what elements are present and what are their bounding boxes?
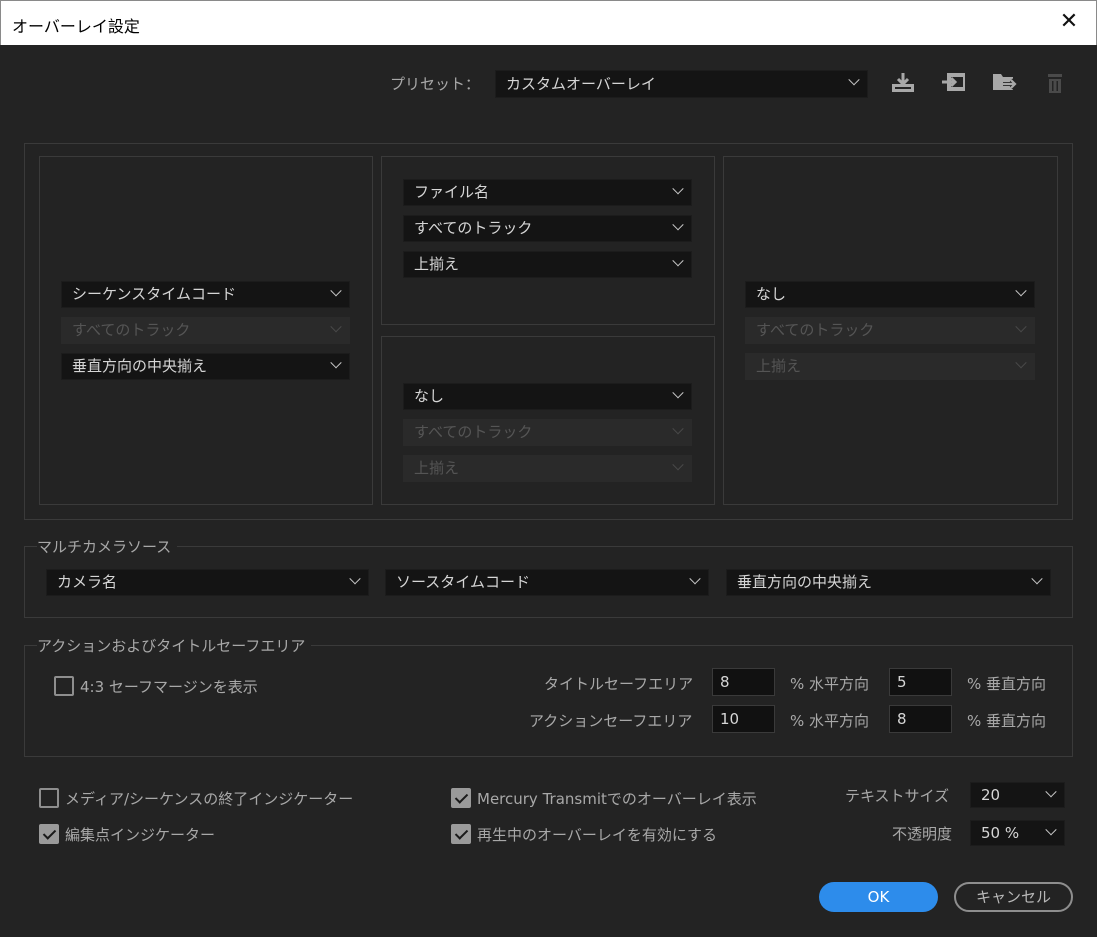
title-safe-h-unit: % 水平方向 [790, 675, 870, 693]
save-preset-icon[interactable] [889, 70, 917, 96]
chevron-down-icon [672, 183, 684, 195]
title-bar: オーバーレイ設定 ✕ [0, 0, 1097, 45]
opacity-label: 不透明度 [892, 825, 953, 843]
cancel-button[interactable]: キャンセル [954, 882, 1073, 912]
opacity-value: 50 % [981, 824, 1020, 842]
left-track-dropdown: すべてのトラック [61, 317, 350, 344]
import-preset-icon[interactable] [940, 70, 968, 96]
chevron-down-icon [1045, 824, 1057, 836]
preset-label: プリセット： [390, 75, 481, 93]
multicam-align-dropdown[interactable]: 垂直方向の中央揃え [726, 569, 1051, 596]
multicam-label: マルチカメラソース [37, 536, 178, 557]
left-align-dropdown[interactable]: 垂直方向の中央揃え [61, 353, 350, 380]
safe-area-label: アクションおよびタイトルセーフエリア [37, 635, 312, 656]
chevron-down-icon [689, 573, 701, 585]
safe-area-group [24, 645, 1073, 757]
multicam-timecode-value: ソースタイムコード [396, 573, 530, 591]
action-safe-h-input[interactable]: 10 [712, 705, 775, 733]
close-icon[interactable]: ✕ [1056, 9, 1082, 35]
center-top-source-dropdown[interactable]: ファイル名 [403, 179, 692, 206]
right-track-dropdown: すべてのトラック [745, 317, 1035, 344]
chevron-down-icon [1015, 285, 1027, 297]
preset-value: カスタムオーバーレイ [506, 75, 656, 93]
edit-point-label: 編集点インジケーター [65, 826, 216, 844]
center-bottom-align-dropdown: 上揃え [403, 455, 692, 482]
center-bottom-align-value: 上揃え [414, 459, 460, 477]
media-end-checkbox[interactable] [39, 788, 59, 808]
edit-point-checkbox[interactable] [39, 824, 59, 844]
chevron-down-icon [672, 459, 684, 471]
action-safe-v-unit: % 垂直方向 [967, 712, 1047, 730]
show-43-checkbox[interactable] [54, 676, 74, 696]
center-bottom-source-value: なし [414, 387, 445, 405]
playback-overlay-checkbox[interactable] [451, 824, 471, 844]
chevron-down-icon [672, 255, 684, 267]
export-preset-icon[interactable] [991, 70, 1020, 96]
playback-overlay-label: 再生中のオーバーレイを有効にする [477, 826, 718, 844]
left-source-dropdown[interactable]: シーケンスタイムコード [61, 281, 350, 308]
text-size-label: テキストサイズ [845, 787, 950, 805]
chevron-down-icon [330, 321, 342, 333]
left-source-value: シーケンスタイムコード [72, 285, 236, 303]
ok-button[interactable]: OK [819, 882, 938, 912]
chevron-down-icon [1015, 357, 1027, 369]
center-top-align-dropdown[interactable]: 上揃え [403, 251, 692, 278]
text-size-value: 20 [981, 786, 1001, 804]
center-bottom-track-value: すべてのトラック [414, 423, 533, 441]
chevron-down-icon [1045, 786, 1057, 798]
center-top-source-value: ファイル名 [414, 183, 490, 201]
left-track-value: すべてのトラック [72, 321, 191, 339]
chevron-down-icon [672, 423, 684, 435]
center-bottom-track-dropdown: すべてのトラック [403, 419, 692, 446]
action-safe-h-unit: % 水平方向 [790, 712, 870, 730]
left-align-value: 垂直方向の中央揃え [72, 357, 208, 375]
mercury-checkbox[interactable] [451, 788, 471, 808]
title-safe-v-input[interactable]: 5 [889, 668, 952, 696]
chevron-down-icon [672, 219, 684, 231]
center-bottom-source-dropdown[interactable]: なし [403, 383, 692, 410]
multicam-align-value: 垂直方向の中央揃え [737, 573, 873, 591]
right-track-value: すべてのトラック [756, 321, 875, 339]
opacity-dropdown[interactable]: 50 % [970, 820, 1065, 846]
chevron-down-icon [1015, 321, 1027, 333]
chevron-down-icon [1031, 573, 1043, 585]
title-safe-label: タイトルセーフエリア [544, 675, 694, 693]
action-safe-v-input[interactable]: 8 [889, 705, 952, 733]
delete-preset-icon [1043, 72, 1071, 98]
preset-dropdown[interactable]: カスタムオーバーレイ [495, 70, 868, 98]
chevron-down-icon [848, 74, 860, 86]
right-source-value: なし [756, 285, 787, 303]
multicam-timecode-dropdown[interactable]: ソースタイムコード [385, 569, 709, 596]
chevron-down-icon [672, 387, 684, 399]
chevron-down-icon [330, 357, 342, 369]
title-safe-v-unit: % 垂直方向 [967, 675, 1047, 693]
text-size-dropdown[interactable]: 20 [970, 782, 1065, 808]
center-top-align-value: 上揃え [414, 255, 460, 273]
mercury-label: Mercury Transmitでのオーバーレイ表示 [477, 790, 757, 808]
show-43-label: 4:3 セーフマージンを表示 [80, 678, 258, 696]
multicam-camera-dropdown[interactable]: カメラ名 [46, 569, 369, 596]
chevron-down-icon [330, 285, 342, 297]
right-align-value: 上揃え [756, 357, 802, 375]
window-title: オーバーレイ設定 [12, 17, 140, 36]
center-top-track-dropdown[interactable]: すべてのトラック [403, 215, 692, 242]
right-source-dropdown[interactable]: なし [745, 281, 1035, 308]
center-top-track-value: すべてのトラック [414, 219, 533, 237]
chevron-down-icon [349, 573, 361, 585]
media-end-label: メディア/シーケンスの終了インジケーター [65, 790, 354, 808]
action-safe-label: アクションセーフエリア [529, 712, 693, 730]
right-align-dropdown: 上揃え [745, 353, 1035, 380]
multicam-camera-value: カメラ名 [57, 573, 118, 591]
title-safe-h-input[interactable]: 8 [712, 668, 775, 696]
